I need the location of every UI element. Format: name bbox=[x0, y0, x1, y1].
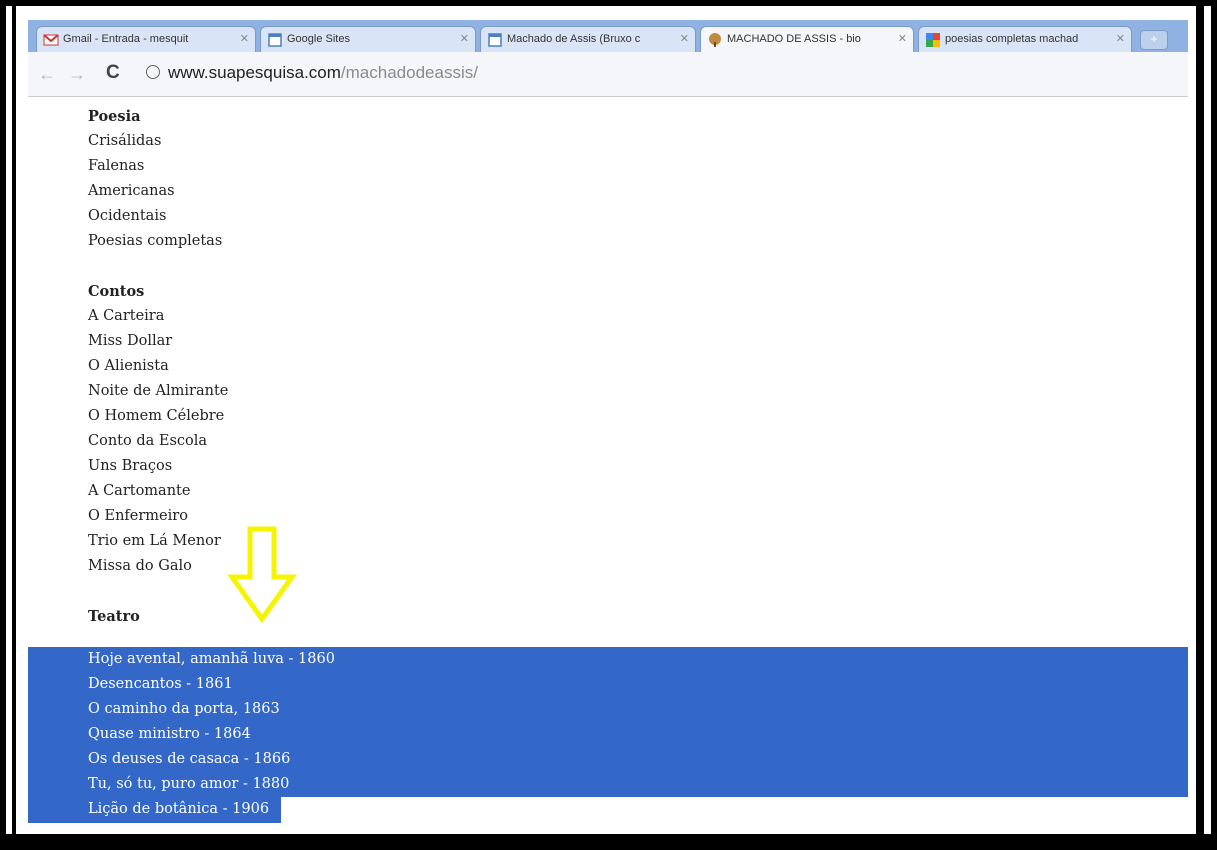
address-bar[interactable]: www.suapesquisa.com/machadodeassis/ bbox=[132, 58, 1182, 88]
frame-border-bottom bbox=[6, 834, 1211, 844]
list-item: Hoje avental, amanhã luva - 1860 bbox=[88, 651, 335, 667]
list-item: Noite de Almirante bbox=[88, 383, 229, 399]
tab-strip: Gmail - Entrada - mesquit ✕ Google Sites… bbox=[28, 20, 1188, 52]
frame-border-left bbox=[12, 6, 16, 844]
browser-window: Gmail - Entrada - mesquit ✕ Google Sites… bbox=[28, 20, 1188, 834]
list-item: Americanas bbox=[88, 183, 175, 199]
tab-label: MACHADO DE ASSIS - bio bbox=[727, 33, 861, 45]
close-icon[interactable]: ✕ bbox=[898, 32, 907, 45]
tab-label: poesias completas machad bbox=[945, 33, 1079, 45]
list-item: O caminho da porta, 1863 bbox=[88, 701, 280, 717]
close-icon[interactable]: ✕ bbox=[680, 32, 689, 45]
page-content: Poesia Crisálidas Falenas Americanas Oci… bbox=[88, 104, 228, 629]
close-icon[interactable]: ✕ bbox=[1116, 32, 1125, 45]
list-item: Quase ministro - 1864 bbox=[88, 726, 251, 742]
site-favicon bbox=[707, 32, 723, 48]
section-title-teatro: Teatro bbox=[88, 608, 140, 625]
list-item: Falenas bbox=[88, 158, 145, 174]
list-item: Trio em Lá Menor bbox=[88, 533, 221, 549]
list-item: A Carteira bbox=[88, 308, 165, 324]
section-title-poesia: Poesia bbox=[88, 108, 141, 125]
page-icon bbox=[267, 32, 283, 48]
list-item: Os deuses de casaca - 1866 bbox=[88, 751, 291, 767]
teatro-list-selected: Hoje avental, amanhã luva - 1860 Desenca… bbox=[88, 647, 335, 822]
list-item: Miss Dollar bbox=[88, 333, 173, 349]
forward-arrow-icon[interactable]: → bbox=[68, 64, 86, 85]
globe-icon bbox=[146, 65, 160, 79]
reload-icon[interactable]: C bbox=[106, 62, 120, 84]
gmail-icon bbox=[43, 32, 59, 48]
close-icon[interactable]: ✕ bbox=[460, 32, 469, 45]
tab-machado-bio[interactable]: MACHADO DE ASSIS - bio ✕ bbox=[700, 26, 914, 52]
frame-border-right bbox=[1196, 6, 1204, 844]
down-arrow-annotation-icon bbox=[228, 526, 297, 624]
url-path: /machadodeassis/ bbox=[340, 63, 478, 82]
section-title-contos: Contos bbox=[88, 283, 145, 300]
tab-machado-bruxo[interactable]: Machado de Assis (Bruxo c ✕ bbox=[480, 26, 696, 52]
list-item: Crisálidas bbox=[88, 133, 162, 149]
url-domain: www.suapesquisa.com bbox=[168, 63, 341, 82]
list-item: Ocidentais bbox=[88, 208, 167, 224]
google-icon bbox=[925, 32, 941, 48]
new-tab-button[interactable]: + bbox=[1140, 30, 1168, 50]
back-arrow-icon[interactable]: ← bbox=[38, 64, 56, 85]
list-item: O Enfermeiro bbox=[88, 508, 188, 524]
list-item: O Alienista bbox=[88, 358, 169, 374]
close-icon[interactable]: ✕ bbox=[240, 32, 249, 45]
list-item: A Cartomante bbox=[88, 483, 191, 499]
tab-poesias-completas[interactable]: poesias completas machad ✕ bbox=[918, 26, 1132, 52]
tab-label: Google Sites bbox=[287, 33, 350, 45]
list-item: Tu, só tu, puro amor - 1880 bbox=[88, 776, 290, 792]
url-text[interactable]: www.suapesquisa.com/machadodeassis/ bbox=[168, 63, 478, 83]
list-item: O Homem Célebre bbox=[88, 408, 225, 424]
tab-label: Machado de Assis (Bruxo c bbox=[507, 33, 641, 45]
list-item: Conto da Escola bbox=[88, 433, 208, 449]
list-item: Desencantos - 1861 bbox=[88, 676, 233, 692]
list-item: Poesias completas bbox=[88, 233, 223, 249]
page-icon bbox=[487, 32, 503, 48]
tab-google-sites[interactable]: Google Sites ✕ bbox=[260, 26, 476, 52]
tab-gmail[interactable]: Gmail - Entrada - mesquit ✕ bbox=[36, 26, 256, 52]
toolbar: ← → C www.suapesquisa.com/machadodeassis… bbox=[28, 52, 1188, 97]
tab-label: Gmail - Entrada - mesquit bbox=[63, 33, 189, 45]
list-item: Lição de botânica - 1906 bbox=[88, 801, 270, 817]
list-item: Missa do Galo bbox=[88, 558, 192, 574]
list-item: Uns Braços bbox=[88, 458, 173, 474]
